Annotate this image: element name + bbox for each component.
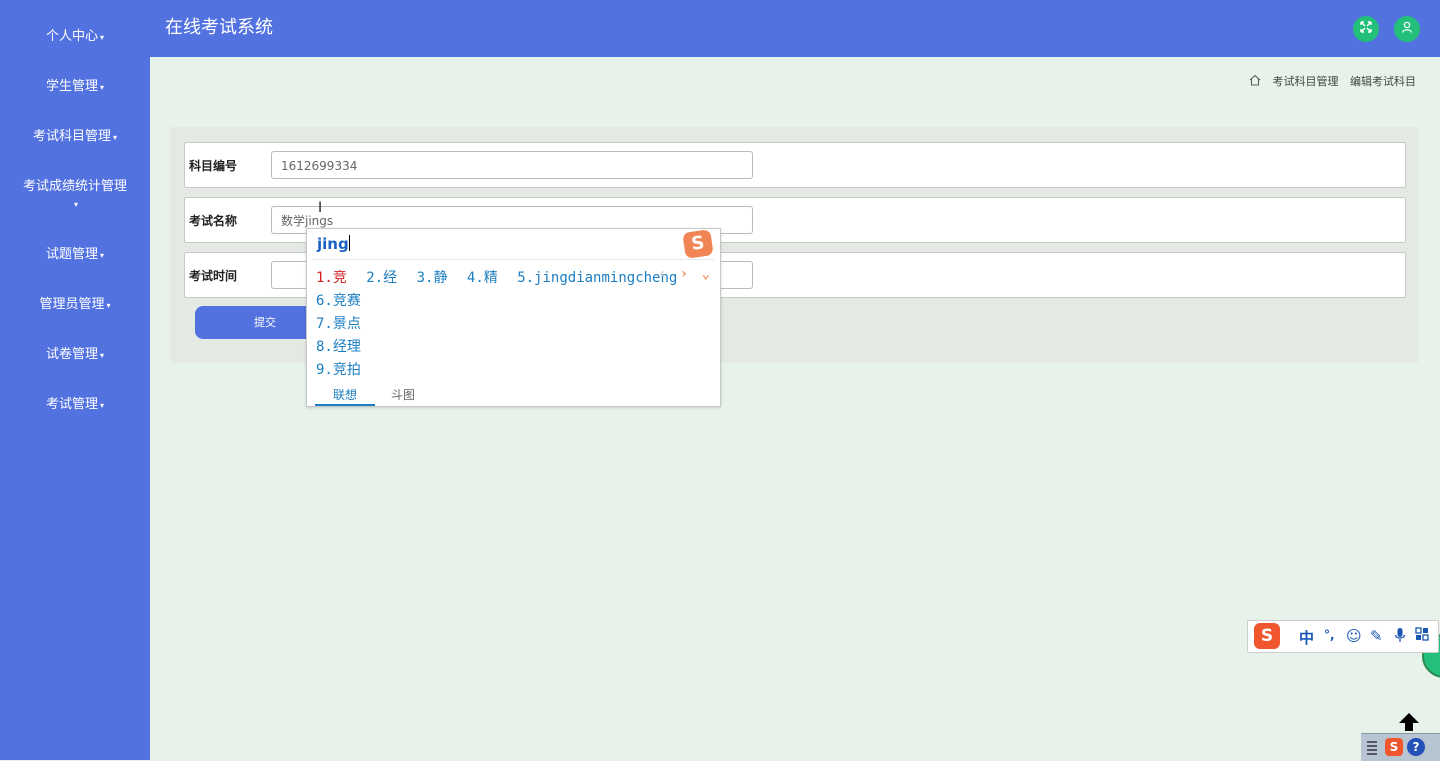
ime-candidate[interactable]: 2.经 [366,270,397,286]
ime-candidate[interactable]: 1.竞 [316,270,347,286]
ime-composition-text: jing [317,235,349,253]
sidebar-item-question-management[interactable]: 试题管理 ▾ [0,246,150,264]
home-icon[interactable] [1249,74,1261,86]
ime-divider [313,259,714,260]
caret-down-icon: ▾ [106,301,111,310]
sidebar: 个人中心 ▾ 学生管理 ▾ 考试科目管理 ▾ 考试成绩统计管理▾ 试题管理 ▾ 管理员管… [0,0,150,760]
exam-name-label: 考试名称 [189,214,238,228]
ime-candidate[interactable]: 3.静 [417,270,448,286]
taskbar-tray: S ? [1361,733,1440,761]
pen-icon[interactable]: ✎ [1370,627,1383,645]
microphone-icon[interactable] [1394,627,1406,647]
subject-code-input[interactable]: 1612699334 [271,151,753,179]
sogou-logo-icon: S [682,229,714,259]
ime-candidate-window: jing S 1.竞 2.经 3.静 4.精 5.jingdianmingche… [306,228,721,407]
caret-down-icon: ▾ [100,351,105,360]
ime-candidate[interactable]: 4.精 [467,270,498,286]
sidebar-item-exam-management[interactable]: 考试管理 ▾ [0,396,150,414]
sidebar-item-label: 学生管理 [45,79,98,94]
next-page-icon[interactable]: › [680,266,688,282]
sidebar-item-label: 个人中心 [45,29,98,44]
sidebar-item-subject-management[interactable]: 考试科目管理 ▾ [0,128,150,146]
sogou-tray-icon[interactable]: S [1385,738,1403,756]
top-navbar: 在线考试系统 [150,0,1440,57]
ime-nav: ‹ › ⌄ [653,266,710,282]
ime-tab-association[interactable]: 联想 [315,386,375,406]
subject-code-label: 科目编号 [189,159,238,173]
sidebar-item-personal-center[interactable]: 个人中心 ▾ [0,28,150,46]
ime-candidate[interactable]: 9.竞拍 [316,359,361,379]
ime-candidate[interactable]: 8.经理 [316,336,361,356]
caret-down-icon: ▾ [100,33,105,42]
ime-mode-toggle[interactable]: 中 [1299,627,1314,648]
ime-candidate[interactable]: 6.竞赛 [316,290,361,310]
sidebar-item-label: 管理员管理 [39,297,105,312]
prev-page-icon[interactable]: ‹ [658,266,666,282]
user-icon[interactable] [1394,16,1420,42]
tray-grip-icon [1367,739,1377,755]
breadcrumb: 考试科目管理 编辑考试科目 [1241,73,1416,89]
sidebar-item-score-stats[interactable]: 考试成绩统计管理 ▾ [0,178,150,213]
caret-down-icon: ▾ [100,251,105,260]
ime-toolbar: S 中 °, ☺ ✎ [1247,620,1439,653]
ime-punct-toggle[interactable]: °, [1324,628,1335,642]
exam-time-label: 考试时间 [189,269,238,283]
breadcrumb-item-edit-subject: 编辑考试科目 [1350,75,1416,88]
caret-down-icon: ▾ [100,401,105,410]
ime-caret [348,235,350,251]
sidebar-item-student-management[interactable]: 学生管理 ▾ [0,78,150,96]
sidebar-item-label: 试卷管理 [45,347,98,362]
sidebar-item-admin-management[interactable]: 管理员管理 ▾ [0,296,150,314]
form-row-subject-code: 科目编号 1612699334 [184,142,1406,188]
breadcrumb-item-subject-management[interactable]: 考试科目管理 [1273,75,1339,88]
caret-down-icon: ▾ [113,133,118,142]
caret-down-icon: ▾ [100,83,105,92]
sidebar-item-label: 试题管理 [45,247,98,262]
sidebar-item-label: 考试成绩统计管理 [22,179,127,194]
expand-chevron-icon[interactable]: ⌄ [702,266,710,282]
sidebar-item-label: 考试科目管理 [32,129,111,144]
ime-composition: jing [317,235,350,253]
sidebar-item-paper-management[interactable]: 试卷管理 ▾ [0,346,150,364]
text-cursor-icon: I [318,200,323,216]
app-title: 在线考试系统 [165,17,273,38]
ime-candidate-row: 1.竞 2.经 3.静 4.精 5.jingdianmingcheng [316,267,688,287]
sidebar-item-label: 考试管理 [45,397,98,412]
fullscreen-icon[interactable] [1353,16,1379,42]
sogou-logo-icon[interactable]: S [1254,623,1280,649]
ime-candidate[interactable]: 7.景点 [316,313,361,333]
help-icon[interactable]: ? [1407,738,1425,756]
emoji-icon[interactable]: ☺ [1346,627,1362,645]
grid-menu-icon[interactable] [1415,627,1429,645]
ime-tab-meme[interactable]: 斗图 [391,386,415,403]
caret-down-icon: ▾ [73,200,78,209]
